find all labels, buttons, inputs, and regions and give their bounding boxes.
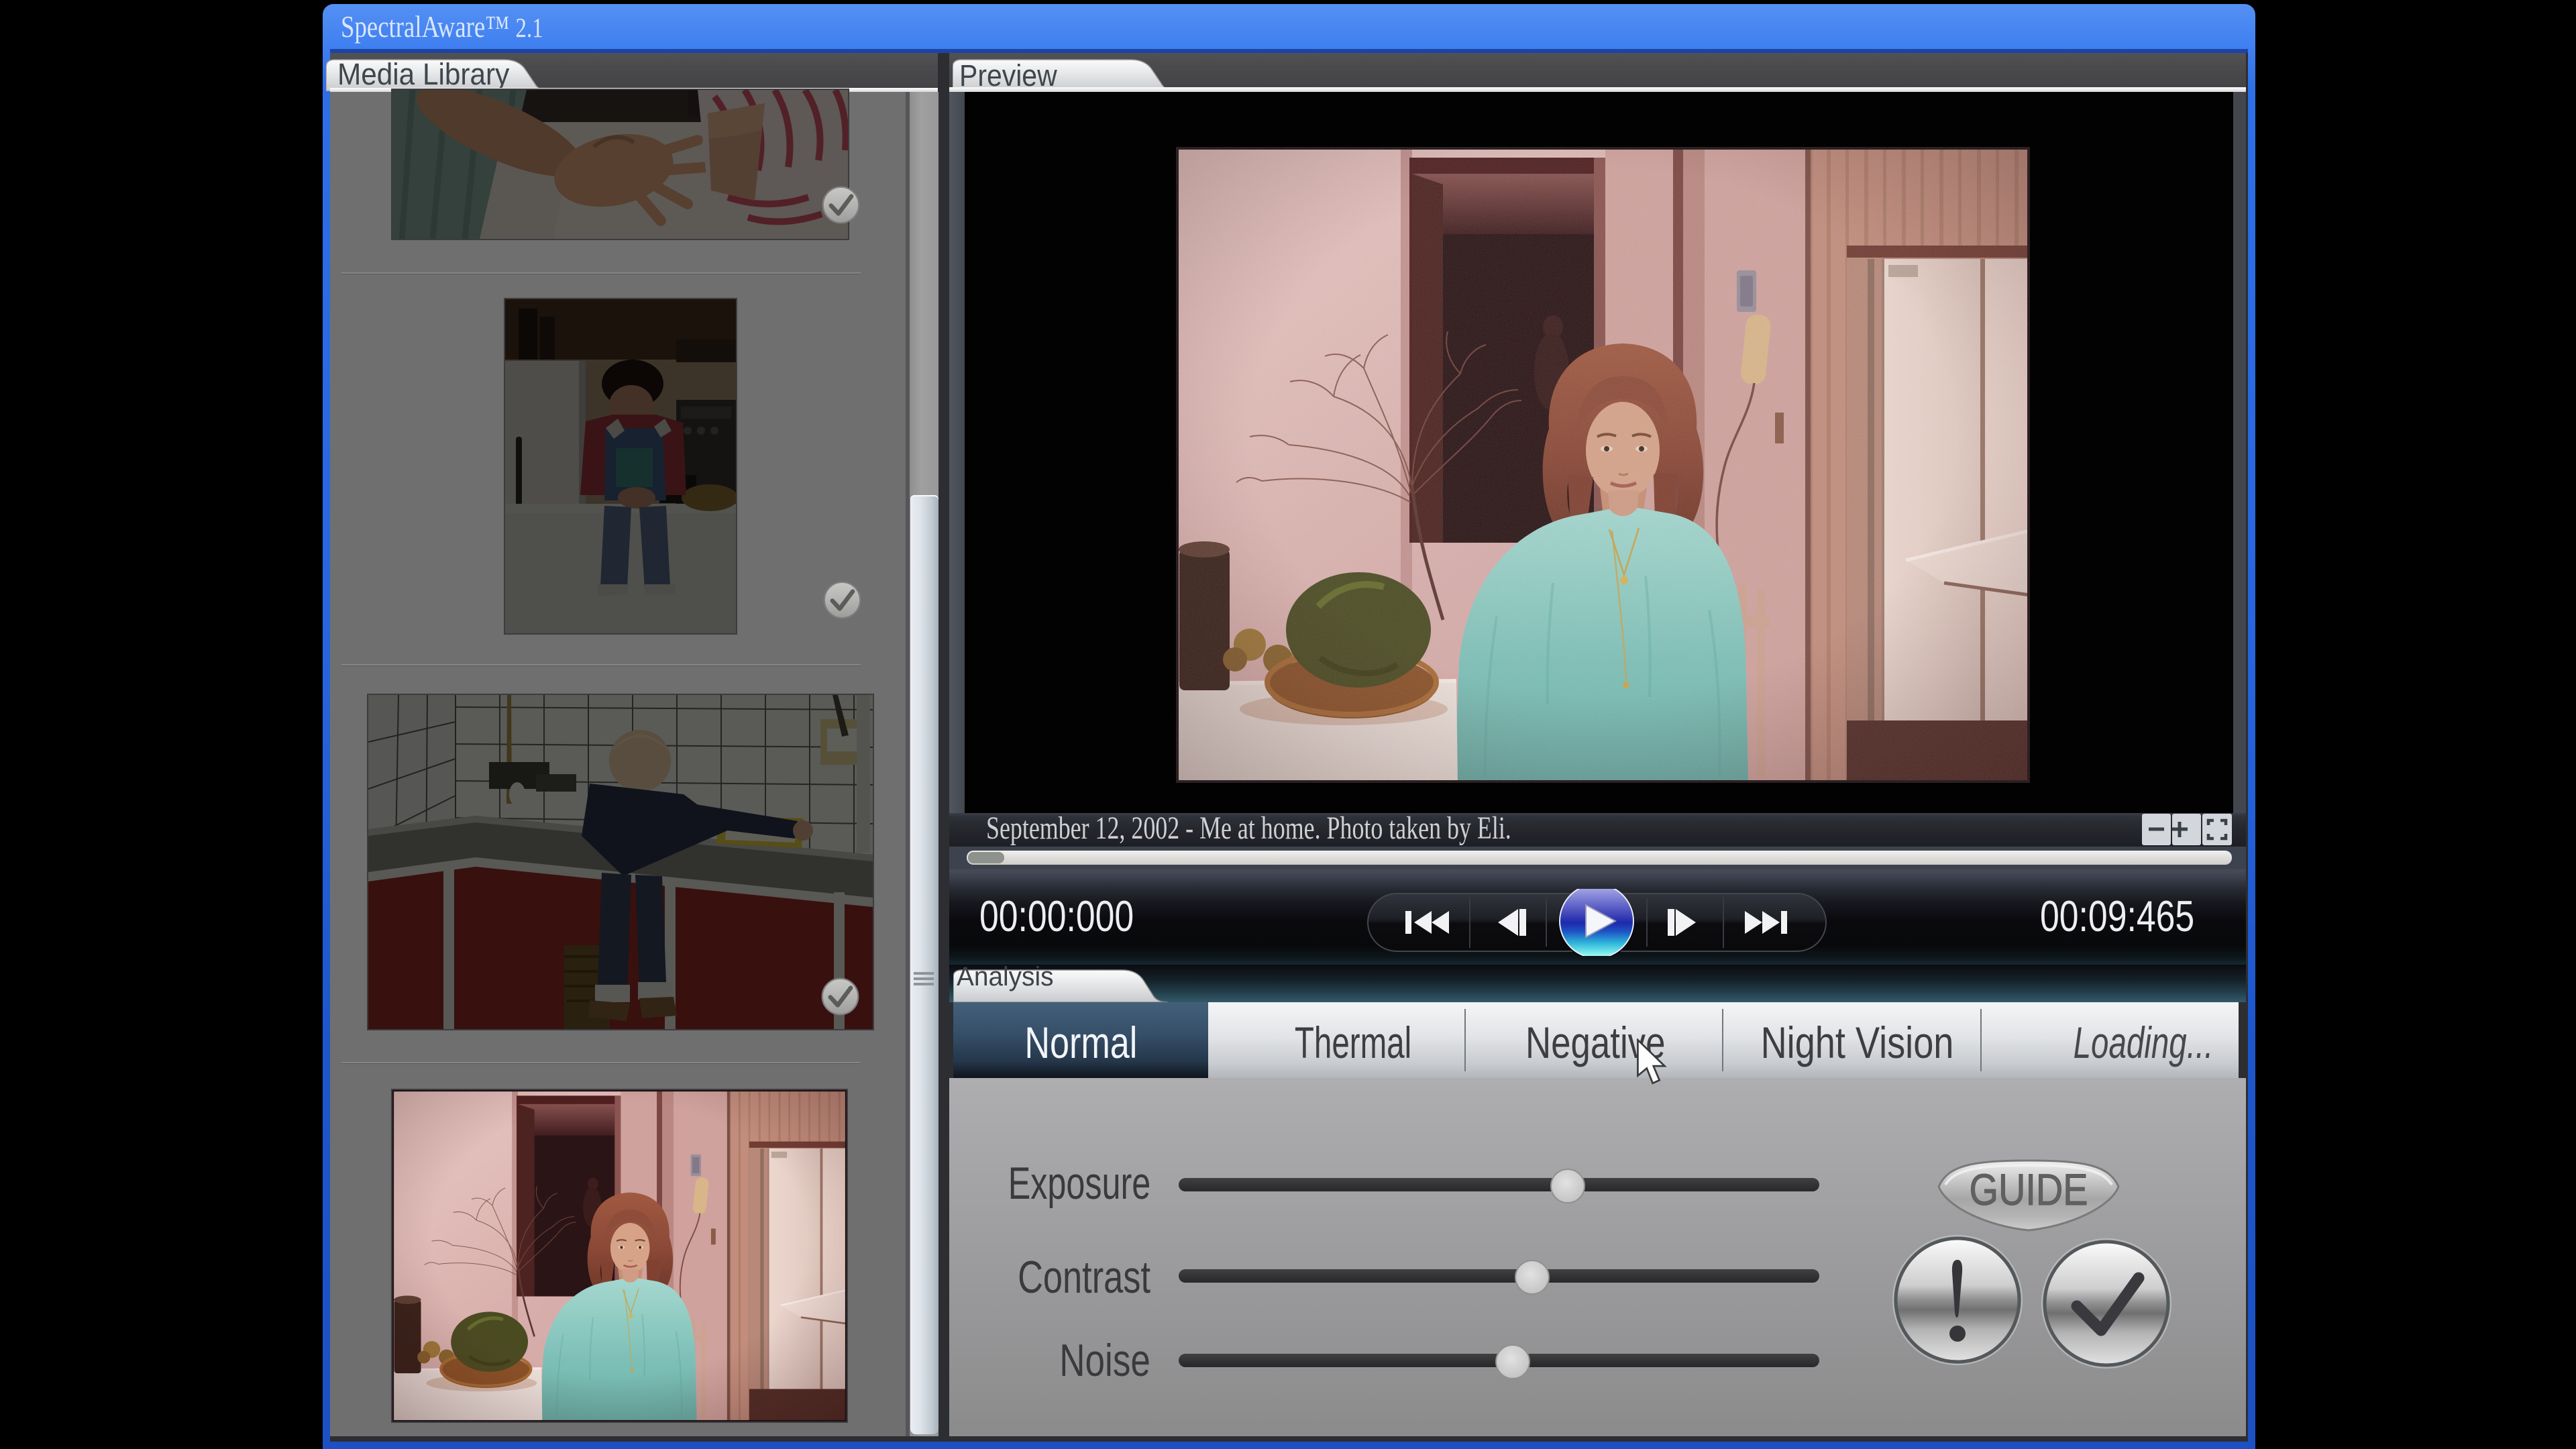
svg-text:GUIDE: GUIDE — [1970, 1165, 2088, 1214]
